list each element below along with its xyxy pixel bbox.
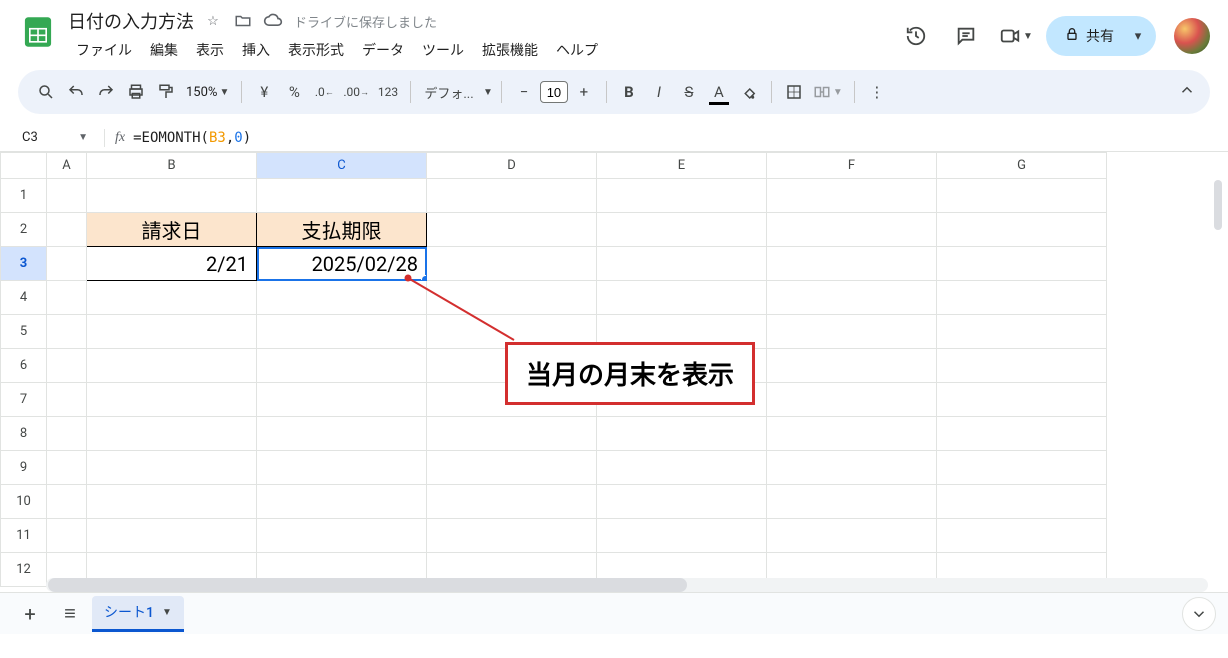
lock-icon bbox=[1064, 26, 1080, 46]
column-headers: A B C D E F G bbox=[1, 153, 1107, 179]
sheets-icon bbox=[20, 14, 56, 50]
separator bbox=[771, 81, 772, 103]
menu-edit[interactable]: 編集 bbox=[142, 36, 186, 64]
italic-icon[interactable]: I bbox=[645, 78, 673, 106]
col-header-F[interactable]: F bbox=[767, 153, 937, 179]
row-header[interactable]: 1 bbox=[1, 179, 47, 213]
borders-icon[interactable] bbox=[780, 78, 808, 106]
search-icon[interactable] bbox=[32, 78, 60, 106]
share-label: 共有 bbox=[1086, 26, 1114, 46]
menu-format[interactable]: 表示形式 bbox=[280, 36, 352, 64]
col-header-G[interactable]: G bbox=[937, 153, 1107, 179]
text-color-icon[interactable]: A bbox=[705, 78, 733, 106]
fx-icon: fx bbox=[115, 130, 125, 146]
row-header[interactable]: 8 bbox=[1, 417, 47, 451]
font-select[interactable]: デフォ... bbox=[419, 78, 479, 106]
row-header[interactable]: 12 bbox=[1, 553, 47, 587]
cell-C3[interactable]: 2025/02/28 bbox=[257, 247, 427, 281]
separator bbox=[410, 81, 411, 103]
menu-file[interactable]: ファイル bbox=[68, 36, 140, 64]
row-header[interactable]: 5 bbox=[1, 315, 47, 349]
row-header[interactable]: 11 bbox=[1, 519, 47, 553]
cell-B3[interactable]: 2/21 bbox=[87, 247, 257, 281]
paint-format-icon[interactable] bbox=[152, 78, 180, 106]
separator bbox=[501, 81, 502, 103]
share-button[interactable]: 共有 ▾ bbox=[1046, 16, 1156, 56]
toolbar: 150%▼ ¥ % .0← .00→ 123 デフォ... ▼ − + B I … bbox=[18, 70, 1210, 114]
menu-view[interactable]: 表示 bbox=[188, 36, 232, 64]
chevron-down-icon: ▼ bbox=[78, 132, 88, 143]
cell-B2[interactable]: 請求日 bbox=[87, 213, 257, 247]
fill-color-icon[interactable] bbox=[735, 78, 763, 106]
save-status: ドライブに保存しました bbox=[294, 12, 437, 31]
separator bbox=[606, 81, 607, 103]
font-size-increase[interactable]: + bbox=[570, 78, 598, 106]
undo-icon[interactable] bbox=[62, 78, 90, 106]
menu-tools[interactable]: ツール bbox=[414, 36, 472, 64]
col-header-C[interactable]: C bbox=[257, 153, 427, 179]
sheet-tabs-bar: + ≡ シート1 ▼ bbox=[0, 592, 1228, 634]
row-header[interactable]: 7 bbox=[1, 383, 47, 417]
formula-input[interactable]: =EOMONTH(B3,0) bbox=[133, 130, 251, 146]
add-sheet-button[interactable]: + bbox=[12, 596, 48, 632]
font-size-input[interactable] bbox=[540, 81, 568, 103]
select-all-corner[interactable] bbox=[1, 153, 47, 179]
cell-C2[interactable]: 支払期限 bbox=[257, 213, 427, 247]
chevron-down-icon[interactable]: ▼ bbox=[483, 87, 493, 98]
row-header[interactable]: 4 bbox=[1, 281, 47, 315]
sheets-logo[interactable] bbox=[18, 12, 58, 52]
row-header[interactable]: 6 bbox=[1, 349, 47, 383]
row-header[interactable]: 9 bbox=[1, 451, 47, 485]
cloud-status-icon[interactable] bbox=[262, 10, 284, 32]
merge-cells-icon[interactable]: ▼ bbox=[810, 78, 846, 106]
menu-bar: ファイル 編集 表示 挿入 表示形式 データ ツール 拡張機能 ヘルプ bbox=[68, 36, 896, 64]
share-dropdown-icon[interactable]: ▾ bbox=[1124, 22, 1152, 50]
explore-button[interactable] bbox=[1182, 597, 1216, 631]
spreadsheet-grid[interactable]: A B C D E F G 1 2 請求日 支払期限 3 2/21 bbox=[0, 152, 1228, 592]
decrease-decimal-icon[interactable]: .0← bbox=[310, 78, 338, 106]
more-formats-icon[interactable]: 123 bbox=[374, 78, 402, 106]
history-icon[interactable] bbox=[896, 16, 936, 56]
redo-icon[interactable] bbox=[92, 78, 120, 106]
star-icon[interactable]: ☆ bbox=[202, 10, 224, 32]
meet-icon[interactable]: ▼ bbox=[996, 16, 1036, 56]
app-header: 日付の入力方法 ☆ ドライブに保存しました ファイル 編集 表示 挿入 表示形式… bbox=[0, 0, 1228, 64]
account-avatar[interactable] bbox=[1174, 18, 1210, 54]
formula-bar: C3 ▼ fx =EOMONTH(B3,0) bbox=[0, 124, 1228, 152]
row-header[interactable]: 3 bbox=[1, 247, 47, 281]
separator bbox=[241, 81, 242, 103]
menu-insert[interactable]: 挿入 bbox=[234, 36, 278, 64]
zoom-select[interactable]: 150%▼ bbox=[182, 78, 233, 106]
name-box[interactable]: C3 ▼ bbox=[12, 130, 94, 145]
currency-yen-icon[interactable]: ¥ bbox=[250, 78, 278, 106]
col-header-D[interactable]: D bbox=[427, 153, 597, 179]
menu-extensions[interactable]: 拡張機能 bbox=[474, 36, 546, 64]
font-size-decrease[interactable]: − bbox=[510, 78, 538, 106]
comments-icon[interactable] bbox=[946, 16, 986, 56]
collapse-toolbar-icon[interactable] bbox=[1178, 81, 1196, 103]
percent-icon[interactable]: % bbox=[280, 78, 308, 106]
more-tools-icon[interactable]: ⋮ bbox=[863, 78, 891, 106]
increase-decimal-icon[interactable]: .00→ bbox=[340, 78, 372, 106]
vertical-scrollbar[interactable] bbox=[1214, 180, 1224, 576]
col-header-E[interactable]: E bbox=[597, 153, 767, 179]
horizontal-scrollbar[interactable] bbox=[46, 578, 1208, 592]
bold-icon[interactable]: B bbox=[615, 78, 643, 106]
col-header-B[interactable]: B bbox=[87, 153, 257, 179]
doc-title[interactable]: 日付の入力方法 bbox=[68, 8, 194, 34]
col-header-A[interactable]: A bbox=[47, 153, 87, 179]
sheet-tab-active[interactable]: シート1 ▼ bbox=[92, 596, 184, 632]
move-icon[interactable] bbox=[232, 10, 254, 32]
print-icon[interactable] bbox=[122, 78, 150, 106]
separator bbox=[854, 81, 855, 103]
strikethrough-icon[interactable]: S bbox=[675, 78, 703, 106]
menu-help[interactable]: ヘルプ bbox=[548, 36, 606, 64]
row-header[interactable]: 10 bbox=[1, 485, 47, 519]
all-sheets-button[interactable]: ≡ bbox=[52, 596, 88, 632]
menu-data[interactable]: データ bbox=[354, 36, 412, 64]
row-header[interactable]: 2 bbox=[1, 213, 47, 247]
chevron-down-icon[interactable]: ▼ bbox=[162, 607, 172, 618]
